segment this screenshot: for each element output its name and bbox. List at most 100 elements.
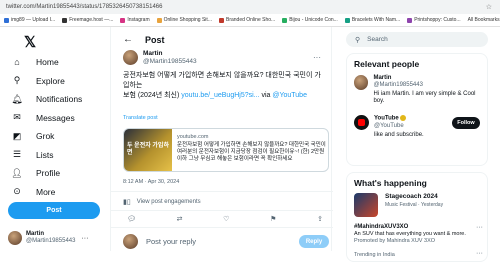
panel-title: Relevant people — [354, 59, 420, 69]
more-dots-icon: ··· — [81, 234, 89, 242]
mail-icon: ✉ — [13, 112, 21, 123]
panel-title: What's happening — [354, 178, 427, 188]
person-handle: @YouTube — [374, 122, 404, 129]
bookmark-icon[interactable]: ⚑ — [270, 215, 276, 223]
search-input[interactable]: ⚲ Search — [346, 32, 488, 47]
list-icon: ☰ — [12, 149, 22, 160]
back-arrow-icon[interactable]: ← — [123, 34, 133, 45]
nav-home[interactable]: ⌂ Home — [10, 53, 82, 72]
person-icon: 👤︎ — [11, 167, 23, 178]
share-icon[interactable]: ⇪ — [317, 215, 323, 223]
post-button[interactable]: Post — [8, 202, 100, 219]
nav-notifications[interactable]: 🔔︎ Notifications — [10, 90, 82, 109]
trend-meta: Promoted by Mahindra XUV 3XO — [354, 238, 436, 244]
post-header: ← Post — [123, 34, 165, 45]
relevant-people-panel: Relevant people Martin @Martin19855443 H… — [346, 53, 488, 166]
whats-happening-panel: What's happening Stagecoach 2024 Music F… — [346, 172, 488, 262]
more-icon: ⊙ — [13, 186, 21, 197]
post-link[interactable]: youtu.be/_ueBugHj5?si... — [181, 92, 259, 99]
post-author[interactable]: Martin @Martin19855443 — [123, 50, 197, 65]
more-dots-icon[interactable]: ··· — [476, 224, 483, 231]
account-switcher[interactable]: Martin @Martin19855443 ··· — [8, 231, 88, 245]
avatar[interactable] — [123, 50, 138, 65]
post-text: 공전자보험 어떻게 가입하면 손해보지 않을까요? 대한민국 국민이 가입하는 … — [123, 72, 321, 99]
avatar — [8, 231, 22, 245]
reply-composer: Post your reply Reply — [123, 234, 329, 249]
person-bio: like and subscribe. — [374, 131, 424, 138]
bookmark-item[interactable]: Printshoppy: Custo... — [407, 17, 461, 23]
bookmark-item[interactable]: Bijou - Unicode Con... — [282, 17, 338, 23]
more-dots-icon[interactable]: ··· — [476, 250, 483, 257]
all-bookmarks[interactable]: All Bookmarks — [468, 17, 500, 23]
person-name[interactable]: Martin — [373, 75, 484, 82]
address-bar[interactable]: twitter.com/Martin19855443/status/178532… — [0, 0, 500, 14]
chart-icon: ▮▯ — [123, 199, 131, 206]
bookmark-item[interactable]: Online Shopping Sit... — [156, 17, 212, 23]
person-name[interactable]: YouTube — [374, 116, 399, 122]
nav-more[interactable]: ⊙ More — [10, 183, 82, 202]
account-name: Martin — [26, 231, 44, 237]
person-handle: @Martin19855443 — [373, 82, 423, 88]
follow-button[interactable]: Follow — [452, 117, 480, 129]
trend-name: #MahindraXUV3XO — [354, 224, 409, 230]
home-icon: ⌂ — [14, 57, 20, 68]
reply-icon[interactable]: 💬︎ — [127, 215, 136, 223]
bell-icon: 🔔︎ — [11, 93, 23, 104]
post-timestamp[interactable]: 8:12 AM · Apr 30, 2024 — [123, 179, 179, 185]
search-icon: ⚲ — [355, 36, 361, 44]
trend-name: Trending in India — [354, 252, 395, 258]
event-name: Stagecoach 2024 — [385, 193, 438, 200]
view-engagements[interactable]: ▮▯ View post engagements — [123, 198, 201, 206]
person-card[interactable]: Martin @Martin19855443 Hi iam Martin. I … — [354, 75, 484, 105]
reply-input[interactable]: Post your reply — [146, 237, 196, 246]
card-title: 운전자보험 어떻게 가입하면 손해보지 않을까요? 대한민국 국민이 여러분의 … — [177, 142, 326, 162]
bookmark-item[interactable]: Freemage.host —... — [62, 17, 113, 23]
mention-link[interactable]: @YouTube — [272, 92, 307, 99]
nav-profile[interactable]: 👤︎ Profile — [10, 164, 82, 183]
repost-icon[interactable]: ⇄ — [177, 215, 183, 223]
avatar — [123, 234, 138, 249]
star-icon[interactable]: ☆ — [486, 3, 492, 11]
trend-item[interactable]: Trending in India — [354, 252, 484, 259]
left-sidebar: 𝕏 ⌂ Home ⚲ Explore 🔔︎ Notifications ✉ Messag… — [0, 27, 108, 251]
trend-item[interactable]: #MahindraXUV3XO An SUV that has everythi… — [354, 224, 484, 245]
x-logo-icon[interactable]: 𝕏 — [24, 33, 36, 51]
link-card[interactable]: 두 운전자 가입하면 youtube.com 운전자보험 어떻게 가입하면 손해… — [123, 128, 329, 172]
card-domain: youtube.com — [177, 134, 209, 140]
bookmark-item[interactable]: Bracelets With Nam... — [344, 17, 400, 23]
bookmark-item[interactable]: img89 — Upload I... — [4, 17, 55, 23]
like-icon[interactable]: ♡ — [223, 215, 229, 223]
person-bio: Hi iam Martin. I am very simple & Cool b… — [373, 91, 476, 104]
nav-lists[interactable]: ☰ Lists — [10, 146, 82, 165]
avatar[interactable] — [354, 75, 369, 90]
divider — [111, 191, 333, 192]
divider — [111, 210, 333, 211]
post-actions: 💬︎ ⇄ ♡ ⚑ ⇪ — [127, 215, 323, 223]
translate-link[interactable]: Translate post — [123, 115, 158, 121]
search-icon: ⚲ — [13, 75, 21, 86]
right-sidebar: ⚲ Search Relevant people Martin @Martin1… — [340, 27, 500, 262]
account-handle: @Martin19855443 — [26, 238, 76, 244]
event-meta: Music Festival · Yesterday — [385, 202, 444, 208]
event-thumbnail — [354, 193, 378, 217]
reply-button[interactable]: Reply — [299, 235, 329, 248]
nav-grok[interactable]: ◩ Grok — [10, 127, 82, 146]
bookmark-item[interactable]: Branded Online Sho... — [218, 17, 275, 23]
divider — [111, 227, 333, 228]
primary-nav: ⌂ Home ⚲ Explore 🔔︎ Notifications ✉ Messages… — [10, 53, 82, 201]
card-thumbnail: 두 운전자 가입하면 — [124, 129, 172, 171]
author-name[interactable]: Martin — [143, 50, 197, 58]
verified-badge-icon — [399, 115, 406, 121]
page-title: Post — [145, 34, 165, 45]
more-dots-icon[interactable]: ··· — [313, 53, 321, 62]
trend-event[interactable]: Stagecoach 2024 Music Festival · Yesterd… — [354, 193, 443, 217]
nav-messages[interactable]: ✉ Messages — [10, 109, 82, 128]
youtube-avatar-icon[interactable] — [354, 115, 369, 130]
nav-explore[interactable]: ⚲ Explore — [10, 72, 82, 91]
person-card[interactable]: YouTube @YouTube like and subscribe. Fol… — [354, 115, 484, 139]
grok-icon: ◩ — [12, 130, 22, 141]
bookmark-item[interactable]: Instagram — [120, 17, 150, 23]
bookmarks-bar: img89 — Upload I... Freemage.host —... I… — [0, 14, 500, 27]
author-handle[interactable]: @Martin19855443 — [143, 58, 197, 66]
url-text[interactable]: twitter.com/Martin19855443/status/178532… — [6, 4, 162, 10]
